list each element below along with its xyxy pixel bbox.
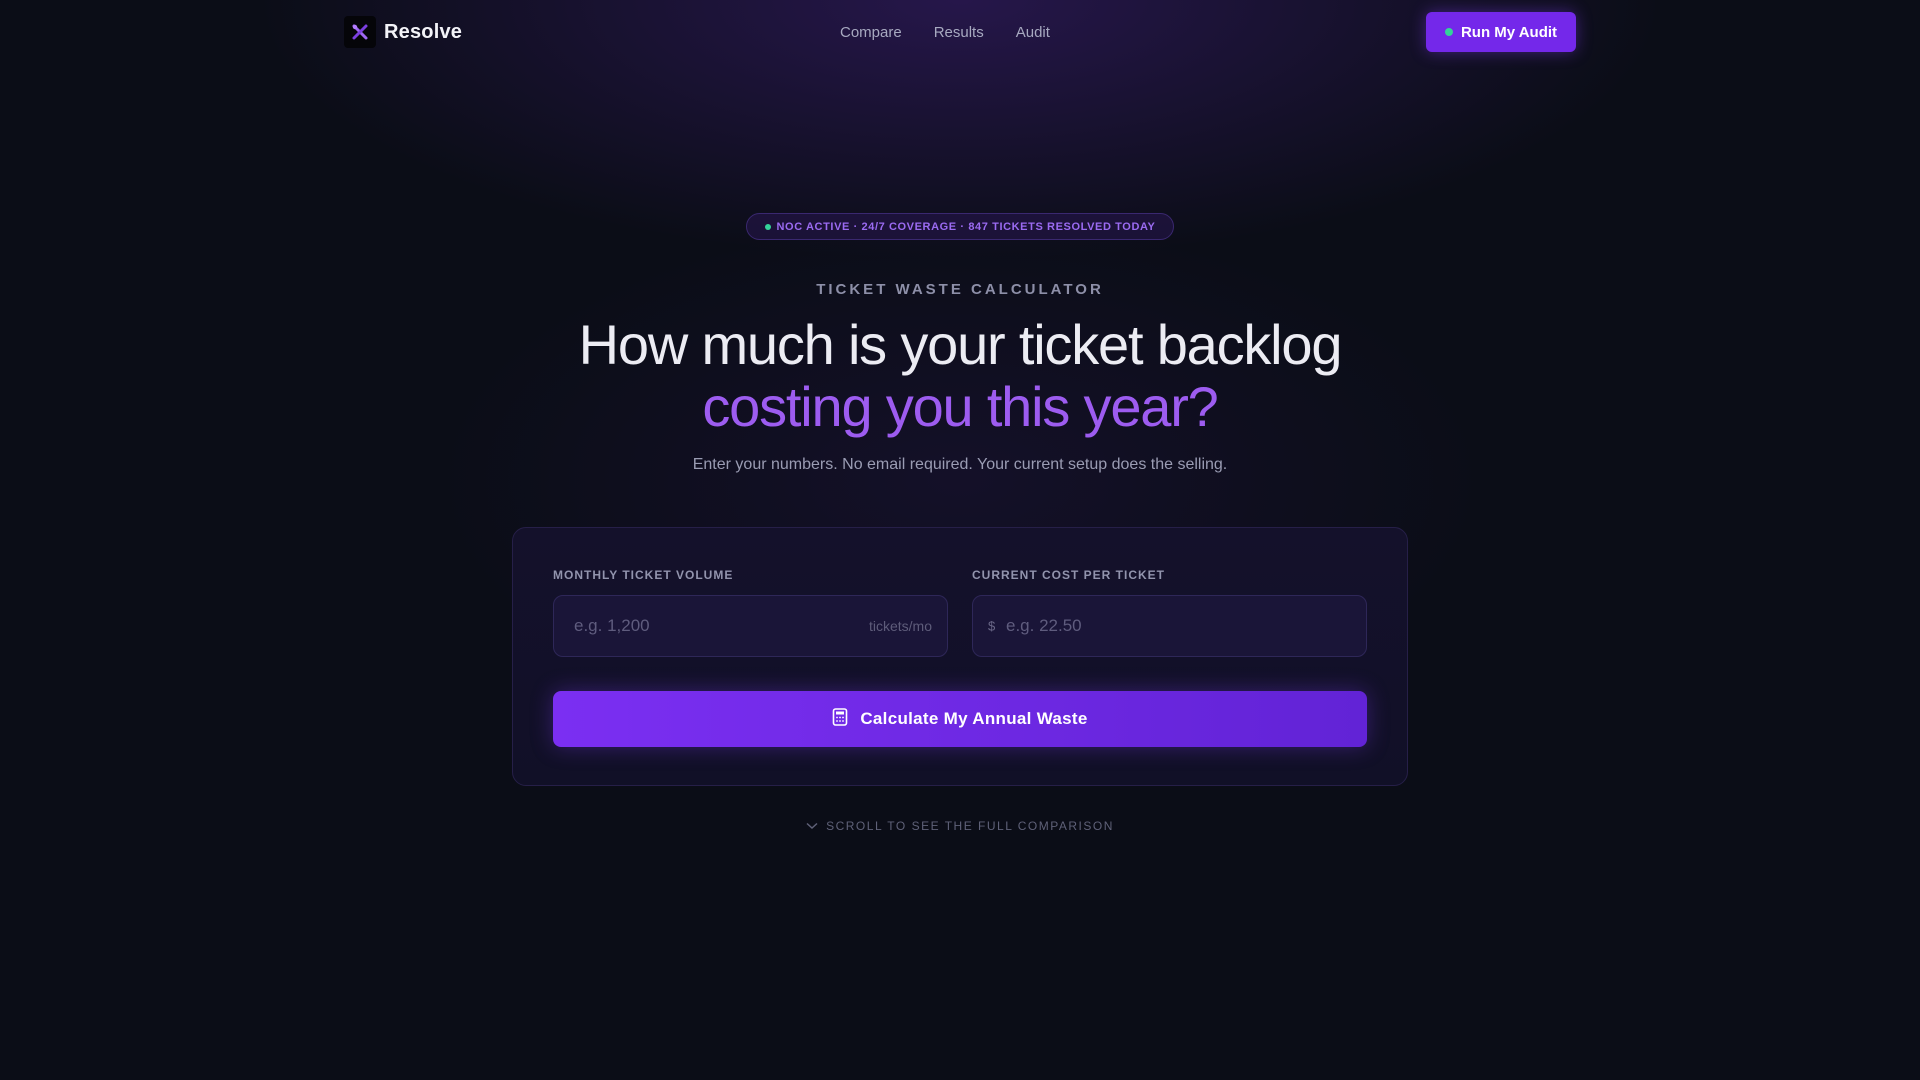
hero-subtitle: Enter your numbers. No email required. Y… <box>692 456 1228 473</box>
volume-input-wrap: tickets/mo <box>553 595 948 657</box>
headline-line-1: How much is your ticket backlog <box>578 313 1343 376</box>
crossed-tools-icon <box>344 16 376 48</box>
nav-link-audit[interactable]: Audit <box>1016 24 1050 41</box>
cost-per-ticket-input[interactable] <box>973 596 1366 656</box>
nav-links: Compare Results Audit <box>840 12 1050 52</box>
status-dot-icon <box>1444 28 1453 36</box>
top-nav: Resolve Compare Results Audit Run My Aud… <box>344 12 1576 52</box>
calculator-card: MONTHLY TICKET VOLUME tickets/mo CURRENT… <box>512 527 1408 786</box>
run-audit-label: Run My Audit <box>1460 23 1558 41</box>
scroll-hint-text: SCROLL TO SEE THE FULL COMPARISON <box>826 819 1114 833</box>
brand[interactable]: Resolve <box>344 16 462 48</box>
noc-status-text: NOC ACTIVE · 24/7 COVERAGE · 847 TICKETS… <box>776 220 1156 233</box>
page-title: How much is your ticket backlog costing … <box>0 314 1920 438</box>
nav-link-results[interactable]: Results <box>934 24 984 41</box>
currency-prefix: $ <box>988 618 996 634</box>
noc-status-badge: NOC ACTIVE · 24/7 COVERAGE · 847 TICKETS… <box>746 213 1174 240</box>
nav-link-compare[interactable]: Compare <box>840 24 902 41</box>
status-dot-icon <box>764 223 771 230</box>
run-audit-button[interactable]: Run My Audit <box>1426 12 1576 52</box>
calculate-waste-button[interactable]: Calculate My Annual Waste <box>553 691 1367 747</box>
calculate-button-label: Calculate My Annual Waste <box>860 709 1088 728</box>
brand-name: Resolve <box>384 20 463 43</box>
chevron-down-icon <box>806 819 818 833</box>
cost-label: CURRENT COST PER TICKET <box>972 568 1166 582</box>
section-eyebrow: TICKET WASTE CALCULATOR <box>816 281 1104 298</box>
volume-unit-suffix: tickets/mo <box>868 618 932 634</box>
cost-field-group: CURRENT COST PER TICKET $ <box>972 568 1367 657</box>
volume-field-group: MONTHLY TICKET VOLUME tickets/mo <box>553 568 948 657</box>
volume-label: MONTHLY TICKET VOLUME <box>553 568 734 582</box>
calculator-icon <box>832 707 848 731</box>
scroll-hint[interactable]: SCROLL TO SEE THE FULL COMPARISON <box>0 819 1920 833</box>
headline-line-2: costing you this year? <box>702 375 1218 438</box>
cost-input-wrap: $ <box>972 595 1367 657</box>
